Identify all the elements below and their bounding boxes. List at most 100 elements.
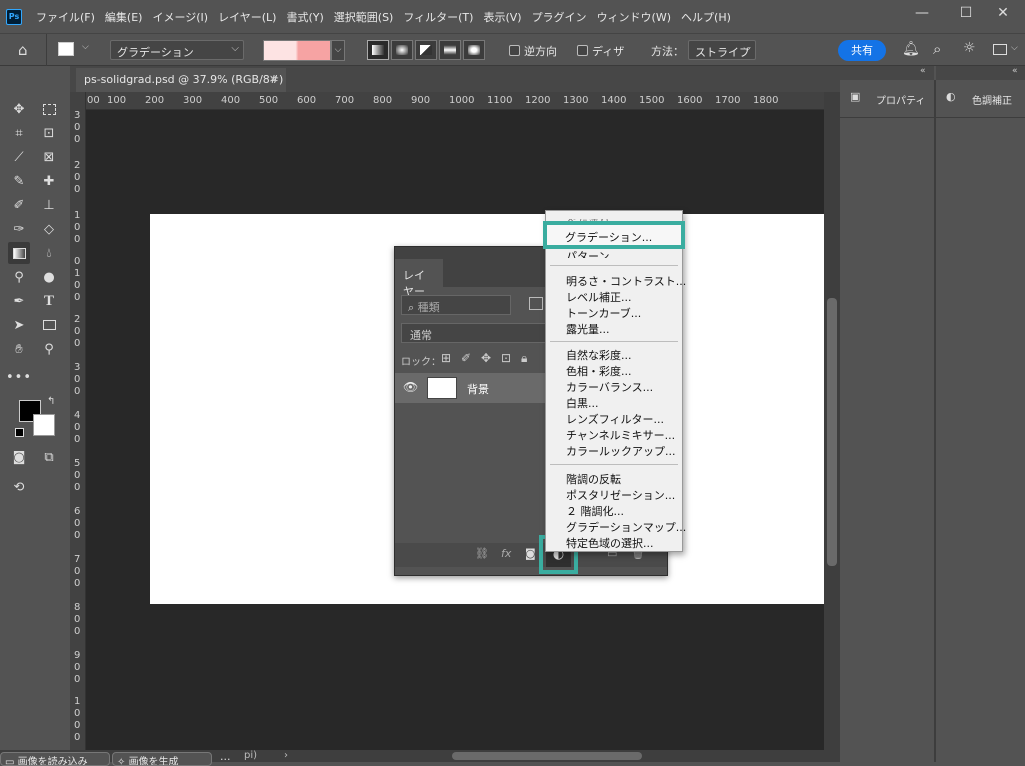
link-icon[interactable]: ⛓︎: [475, 547, 489, 560]
type-tool-icon[interactable]: T: [38, 290, 60, 312]
menu-plugins[interactable]: プラグイン: [532, 9, 587, 25]
mask-icon[interactable]: ◙: [525, 547, 536, 560]
chevron-down-icon[interactable]: ⌵: [82, 42, 89, 52]
diamond-gradient-button[interactable]: [463, 40, 485, 60]
frame-tool-icon[interactable]: ⟋: [8, 146, 30, 168]
horizontal-scrollbar-thumb[interactable]: [452, 752, 642, 760]
path-selection-tool-icon[interactable]: ➤: [8, 314, 30, 336]
menu-item-curves[interactable]: トーンカーブ...: [566, 305, 641, 321]
menu-item-levels[interactable]: レベル補正...: [566, 289, 632, 305]
tab-layers[interactable]: レイヤー: [395, 259, 443, 298]
radial-gradient-button[interactable]: [391, 40, 413, 60]
dither-checkbox[interactable]: [577, 45, 588, 56]
menu-item-pattern[interactable]: パターン...: [566, 248, 620, 258]
burn-tool-icon[interactable]: ●: [38, 266, 60, 288]
document-tab[interactable]: ps-solidgrad.psd @ 37.9% (RGB/8#) ×: [76, 68, 286, 92]
pen-tool-icon[interactable]: ✒: [8, 290, 30, 312]
tool-preset-icon[interactable]: [58, 42, 74, 56]
menu-item-invert[interactable]: 階調の反転: [566, 471, 621, 487]
zoom-tool-icon[interactable]: ⚲: [38, 338, 60, 360]
adjustments-panel-tab[interactable]: ◐ 色調補正: [936, 80, 1025, 118]
stamp-tool-icon[interactable]: ⊥: [38, 194, 60, 216]
move-tool-icon[interactable]: ✥: [8, 98, 30, 120]
menu-item-gradient-map[interactable]: グラデーションマップ...: [566, 519, 686, 535]
load-image-button[interactable]: ▭ 画像を読み込み: [0, 752, 110, 766]
menu-view[interactable]: 表示(V): [483, 9, 521, 25]
menu-file[interactable]: ファイル(F): [36, 9, 95, 25]
menu-item-gradient[interactable]: グラデーション...: [565, 229, 652, 245]
swap-colors-icon[interactable]: ↰: [47, 396, 55, 407]
crop-tool-icon[interactable]: ⊡: [38, 122, 60, 144]
chevron-down-icon[interactable]: ⌵: [1011, 43, 1018, 53]
menu-item-black-white[interactable]: 白黒...: [566, 395, 599, 411]
gradient-tool-icon[interactable]: [8, 242, 30, 264]
menu-item-color-lookup[interactable]: カラールックアップ...: [566, 443, 676, 459]
menu-image[interactable]: イメージ(I): [152, 9, 208, 25]
menu-type[interactable]: 書式(Y): [286, 9, 323, 25]
lock-transparent-icon[interactable]: ⊞: [441, 351, 451, 365]
eraser-tool-icon[interactable]: ◇: [38, 218, 60, 240]
blend-mode-dropdown[interactable]: 通常: [401, 323, 551, 343]
bell-icon[interactable]: 🔔︎: [902, 41, 920, 57]
menu-item-vibrance[interactable]: 自然な彩度...: [566, 347, 632, 363]
workspace-icon[interactable]: [993, 44, 1007, 55]
more-options-button[interactable]: ...: [220, 750, 231, 763]
menu-item-color-balance[interactable]: カラーバランス...: [566, 379, 653, 395]
menu-filter[interactable]: フィルター(T): [403, 9, 473, 25]
menu-item-selective-color[interactable]: 特定色域の選択...: [566, 535, 654, 551]
menu-item-hue-saturation[interactable]: 色相・彩度...: [566, 363, 632, 379]
chevron-right-icon[interactable]: ›: [284, 750, 288, 761]
menu-item-posterize[interactable]: ポスタリゼーション...: [566, 487, 675, 503]
healing-brush-tool-icon[interactable]: ✚: [38, 170, 60, 192]
properties-panel-tab[interactable]: ▣ プロパティ: [840, 80, 934, 118]
vertical-scrollbar-thumb[interactable]: [827, 298, 837, 566]
linear-gradient-button[interactable]: [367, 40, 389, 60]
lock-artboard-icon[interactable]: ⊡: [501, 351, 511, 365]
menu-item-exposure[interactable]: 露光量...: [566, 321, 610, 337]
minimize-button[interactable]: —: [900, 0, 944, 26]
eye-icon[interactable]: 👁︎: [403, 380, 418, 394]
method-dropdown[interactable]: ストライプ ⌵: [688, 40, 756, 60]
object-selection-tool-icon[interactable]: ⌗: [8, 122, 30, 144]
reflected-gradient-button[interactable]: [439, 40, 461, 60]
slice-tool-icon[interactable]: ⊠: [38, 146, 60, 168]
menu-layer[interactable]: レイヤー(L): [218, 9, 276, 25]
blur-tool-icon[interactable]: 💧︎: [38, 242, 60, 264]
background-color-swatch[interactable]: [33, 414, 55, 436]
collapse-panel-icon[interactable]: «: [920, 66, 926, 76]
screen-mode-icon[interactable]: ⧉: [38, 446, 60, 468]
home-icon[interactable]: ⌂: [18, 41, 36, 59]
search-icon[interactable]: ⌕: [933, 40, 941, 58]
lock-paint-icon[interactable]: ✐: [461, 351, 471, 365]
share-button[interactable]: 共有: [838, 40, 886, 61]
rectangle-tool-icon[interactable]: [38, 314, 60, 336]
dodge-tool-icon[interactable]: ⚲: [8, 266, 30, 288]
eyedropper-tool-icon[interactable]: ✎: [8, 170, 30, 192]
quick-mask-icon[interactable]: ◙: [8, 446, 30, 468]
gradient-preset-dropdown[interactable]: グラデーション ⌵: [110, 40, 244, 60]
generate-image-button[interactable]: ✧ 画像を生成: [112, 752, 212, 766]
image-filter-icon[interactable]: [529, 297, 543, 310]
menu-window[interactable]: ウィンドウ(W): [597, 9, 671, 25]
layer-filter-field[interactable]: ⌕ 種類: [401, 295, 511, 315]
marquee-tool-icon[interactable]: [38, 98, 60, 120]
brush-tool-icon[interactable]: ✐: [8, 194, 30, 216]
reverse-checkbox[interactable]: [509, 45, 520, 56]
close-tab-icon[interactable]: ×: [269, 72, 278, 85]
hand-tool-icon[interactable]: ✋︎: [8, 338, 30, 360]
collapse-panel-icon[interactable]: «: [1012, 66, 1018, 76]
menu-item-channel-mixer[interactable]: チャンネルミキサー...: [566, 427, 675, 443]
lock-position-icon[interactable]: ✥: [481, 351, 491, 365]
menu-select[interactable]: 選択範囲(S): [334, 9, 394, 25]
menu-item-threshold[interactable]: ２ 階調化...: [566, 503, 624, 519]
lightbulb-icon[interactable]: ☼: [963, 40, 976, 56]
menu-edit[interactable]: 編集(E): [105, 9, 143, 25]
default-colors-icon[interactable]: [15, 428, 24, 437]
menu-help[interactable]: ヘルプ(H): [681, 9, 731, 25]
more-tools-icon[interactable]: •••: [6, 366, 31, 388]
fx-icon[interactable]: fx: [501, 547, 511, 560]
menu-item-photo-filter[interactable]: レンズフィルター...: [566, 411, 664, 427]
generative-icon[interactable]: ⟲: [8, 476, 30, 498]
history-brush-tool-icon[interactable]: ✑: [8, 218, 30, 240]
close-window-button[interactable]: ✕: [981, 0, 1025, 26]
